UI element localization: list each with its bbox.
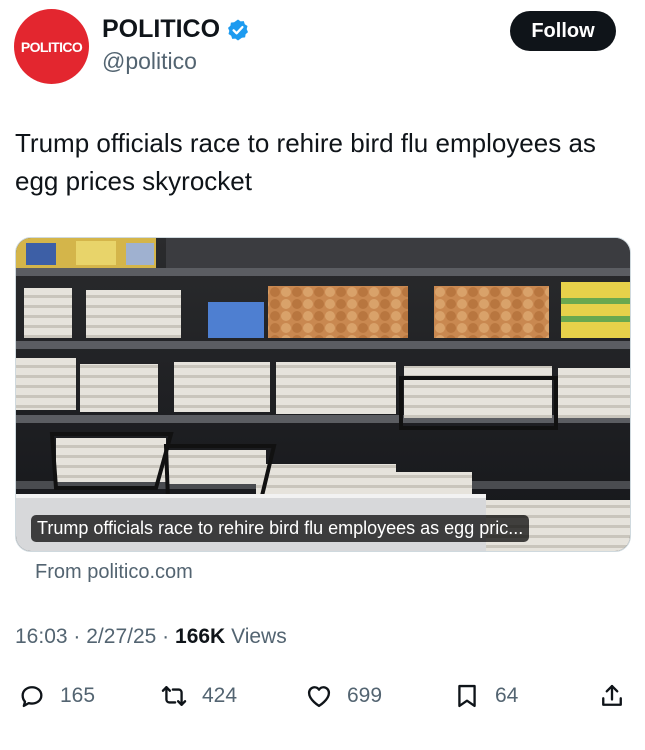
avatar-logo-text: POLITICO <box>20 38 83 55</box>
views-count: 166K <box>175 625 226 648</box>
display-name[interactable]: POLITICO <box>102 15 220 44</box>
repost-button[interactable]: 424 <box>160 676 237 716</box>
handle[interactable]: @politico <box>102 48 197 75</box>
action-bar: 165 424 699 64 <box>0 676 645 716</box>
reply-icon <box>21 686 43 708</box>
reply-button[interactable]: 165 <box>18 676 95 716</box>
views-label: Views <box>231 625 287 648</box>
share-button[interactable] <box>598 676 626 716</box>
reply-count: 165 <box>60 684 96 707</box>
link-card[interactable]: Trump officials race to rehire bird flu … <box>15 237 631 552</box>
verified-badge-icon <box>228 19 249 40</box>
bookmark-icon <box>458 684 476 708</box>
tweet-text: Trump officials race to rehire bird flu … <box>15 128 596 196</box>
follow-button[interactable]: Follow <box>510 11 616 51</box>
avatar[interactable]: POLITICO <box>14 9 89 84</box>
like-count: 699 <box>347 684 383 707</box>
meta-separator: · <box>73 625 81 648</box>
share-icon <box>602 684 622 706</box>
tweet-date[interactable]: 2/27/25 <box>86 625 156 648</box>
card-caption: Trump officials race to rehire bird flu … <box>31 515 530 542</box>
source-link[interactable]: From politico.com <box>35 561 193 584</box>
tweet-time[interactable]: 16:03 <box>15 625 68 648</box>
bookmark-button[interactable]: 64 <box>453 676 518 716</box>
repost-icon <box>161 686 187 706</box>
name-row: POLITICO <box>102 15 250 44</box>
egg-shelf-photo <box>16 238 630 551</box>
tweet-meta: 16:03 · 2/27/25 · 166K Views <box>15 625 287 649</box>
like-button[interactable]: 699 <box>305 676 382 716</box>
heart-icon <box>307 686 331 708</box>
repost-count: 424 <box>202 684 238 707</box>
meta-separator: · <box>162 625 170 648</box>
bookmark-count: 64 <box>495 684 519 707</box>
